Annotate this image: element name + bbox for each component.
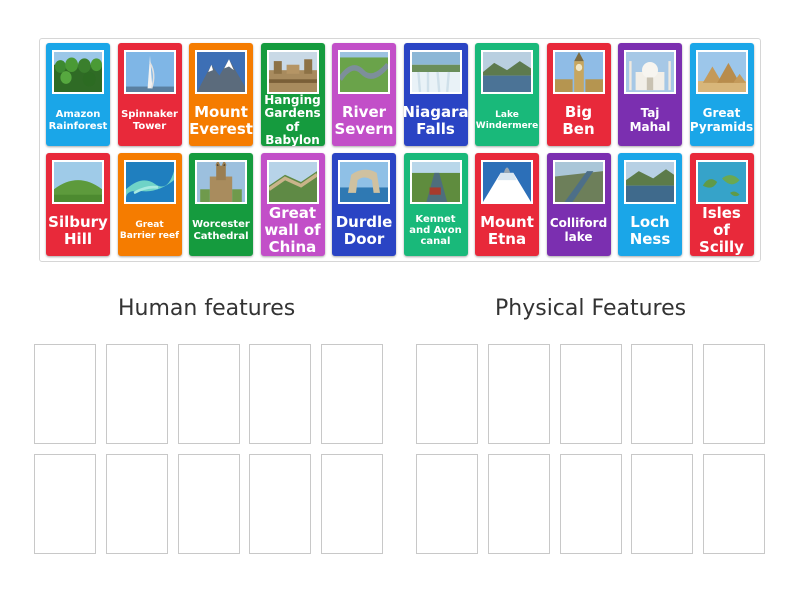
- human-drop-slot[interactable]: [178, 344, 240, 444]
- taj-picture: [624, 50, 676, 94]
- card-taj-mahal[interactable]: Taj Mahal: [618, 43, 682, 146]
- physical-drop-slot[interactable]: [416, 344, 478, 444]
- card-label: Great Barrier reef: [119, 220, 180, 241]
- human-drop-slot[interactable]: [321, 454, 383, 554]
- human-drop-slot[interactable]: [34, 344, 96, 444]
- human-drop-slot[interactable]: [321, 344, 383, 444]
- card-label: Kennet and Avon canal: [409, 213, 462, 248]
- pyramids-picture: [695, 50, 748, 94]
- human-drop-slot[interactable]: [106, 344, 168, 444]
- ruins-picture: [266, 50, 319, 94]
- bigben-picture: [552, 50, 605, 94]
- card-label: Worcester Cathedral: [192, 219, 250, 242]
- card-label: Hanging Gardens of Babylon: [264, 92, 321, 146]
- card-niagara-falls[interactable]: Niagara Falls: [403, 43, 468, 146]
- wall-picture: [266, 160, 319, 204]
- card-label: Taj Mahal: [629, 106, 671, 134]
- forest-picture: [52, 50, 104, 94]
- physical-drop-slot[interactable]: [488, 454, 550, 554]
- card-label: River Severn: [334, 102, 394, 138]
- card-label: Mount Etna: [480, 212, 534, 248]
- card-label: Durdle Door: [335, 212, 393, 248]
- physical-drop-slot[interactable]: [560, 344, 622, 444]
- physical-drop-slot[interactable]: [631, 344, 693, 444]
- isles-picture: [695, 160, 748, 204]
- card-label: Great Pyramids: [689, 106, 754, 134]
- card-spinnaker-tower[interactable]: Spinnaker Tower: [117, 43, 182, 146]
- arch-picture: [338, 160, 390, 204]
- dam-picture: [552, 160, 605, 204]
- card-label: Niagara Falls: [403, 102, 468, 138]
- physical-drop-slot[interactable]: [631, 454, 693, 554]
- mountain-picture: [195, 50, 247, 94]
- card-durdle-door[interactable]: Durdle Door: [332, 153, 396, 256]
- lake-picture: [481, 50, 533, 94]
- card-label: Big Ben: [562, 102, 595, 138]
- card-label: Colliford lake: [549, 216, 608, 244]
- human-drop-slot[interactable]: [249, 344, 311, 444]
- card-kennet-and-avon-canal[interactable]: Kennet and Avon canal: [403, 153, 468, 256]
- card-tray: Amazon Rainforest Spinnaker Tower Mount Ev…: [39, 38, 761, 262]
- canal-picture: [409, 160, 462, 204]
- card-mount-etna[interactable]: Mount Etna: [475, 153, 539, 256]
- card-label: Isles of Scilly: [699, 204, 744, 256]
- falls-picture: [409, 50, 462, 94]
- card-label: Loch Ness: [629, 212, 671, 248]
- human-drop-slot[interactable]: [106, 454, 168, 554]
- human-drop-slot[interactable]: [34, 454, 96, 554]
- physical-drop-slot[interactable]: [560, 454, 622, 554]
- card-mount-everest[interactable]: Mount Everest: [189, 43, 253, 146]
- human-drop-slot[interactable]: [178, 454, 240, 554]
- loch-picture: [624, 160, 676, 204]
- card-silbury-hill[interactable]: Silbury Hill: [46, 153, 110, 256]
- human-drop-slot[interactable]: [249, 454, 311, 554]
- hill-picture: [52, 160, 104, 204]
- river-picture: [338, 50, 390, 94]
- card-big-ben[interactable]: Big Ben: [546, 43, 611, 146]
- card-river-severn[interactable]: River Severn: [332, 43, 396, 146]
- card-great-pyramids[interactable]: Great Pyramids: [689, 43, 754, 146]
- card-label: Lake Windermere: [475, 110, 539, 131]
- card-hanging-gardens-of-babylon[interactable]: Hanging Gardens of Babylon: [260, 43, 325, 146]
- card-label: Amazon Rainforest: [48, 109, 108, 132]
- card-isles-of-scilly[interactable]: Isles of Scilly: [689, 153, 754, 256]
- card-great-barrier-reef[interactable]: Great Barrier reef: [117, 153, 182, 256]
- card-amazon-rainforest[interactable]: Amazon Rainforest: [46, 43, 110, 146]
- card-label: Spinnaker Tower: [121, 109, 178, 132]
- physical-drop-slot[interactable]: [703, 454, 765, 554]
- card-label: Mount Everest: [189, 102, 253, 138]
- cathedral-picture: [195, 160, 247, 204]
- tower-picture: [123, 50, 176, 94]
- card-label: Great wall of China: [264, 204, 321, 256]
- card-label: Silbury Hill: [48, 212, 108, 248]
- physical-drop-slot[interactable]: [703, 344, 765, 444]
- volcano-picture: [481, 160, 533, 204]
- group-title-human: Human features: [118, 296, 296, 321]
- card-loch-ness[interactable]: Loch Ness: [618, 153, 682, 256]
- group-title-physical: Physical Features: [495, 296, 687, 321]
- card-worcester-cathedral[interactable]: Worcester Cathedral: [189, 153, 253, 256]
- card-lake-windermere[interactable]: Lake Windermere: [475, 43, 539, 146]
- card-great-wall-of-china[interactable]: Great wall of China: [260, 153, 325, 256]
- physical-drop-slot[interactable]: [488, 344, 550, 444]
- physical-drop-slot[interactable]: [416, 454, 478, 554]
- card-colliford-lake[interactable]: Colliford lake: [546, 153, 611, 256]
- reef-picture: [123, 160, 176, 204]
